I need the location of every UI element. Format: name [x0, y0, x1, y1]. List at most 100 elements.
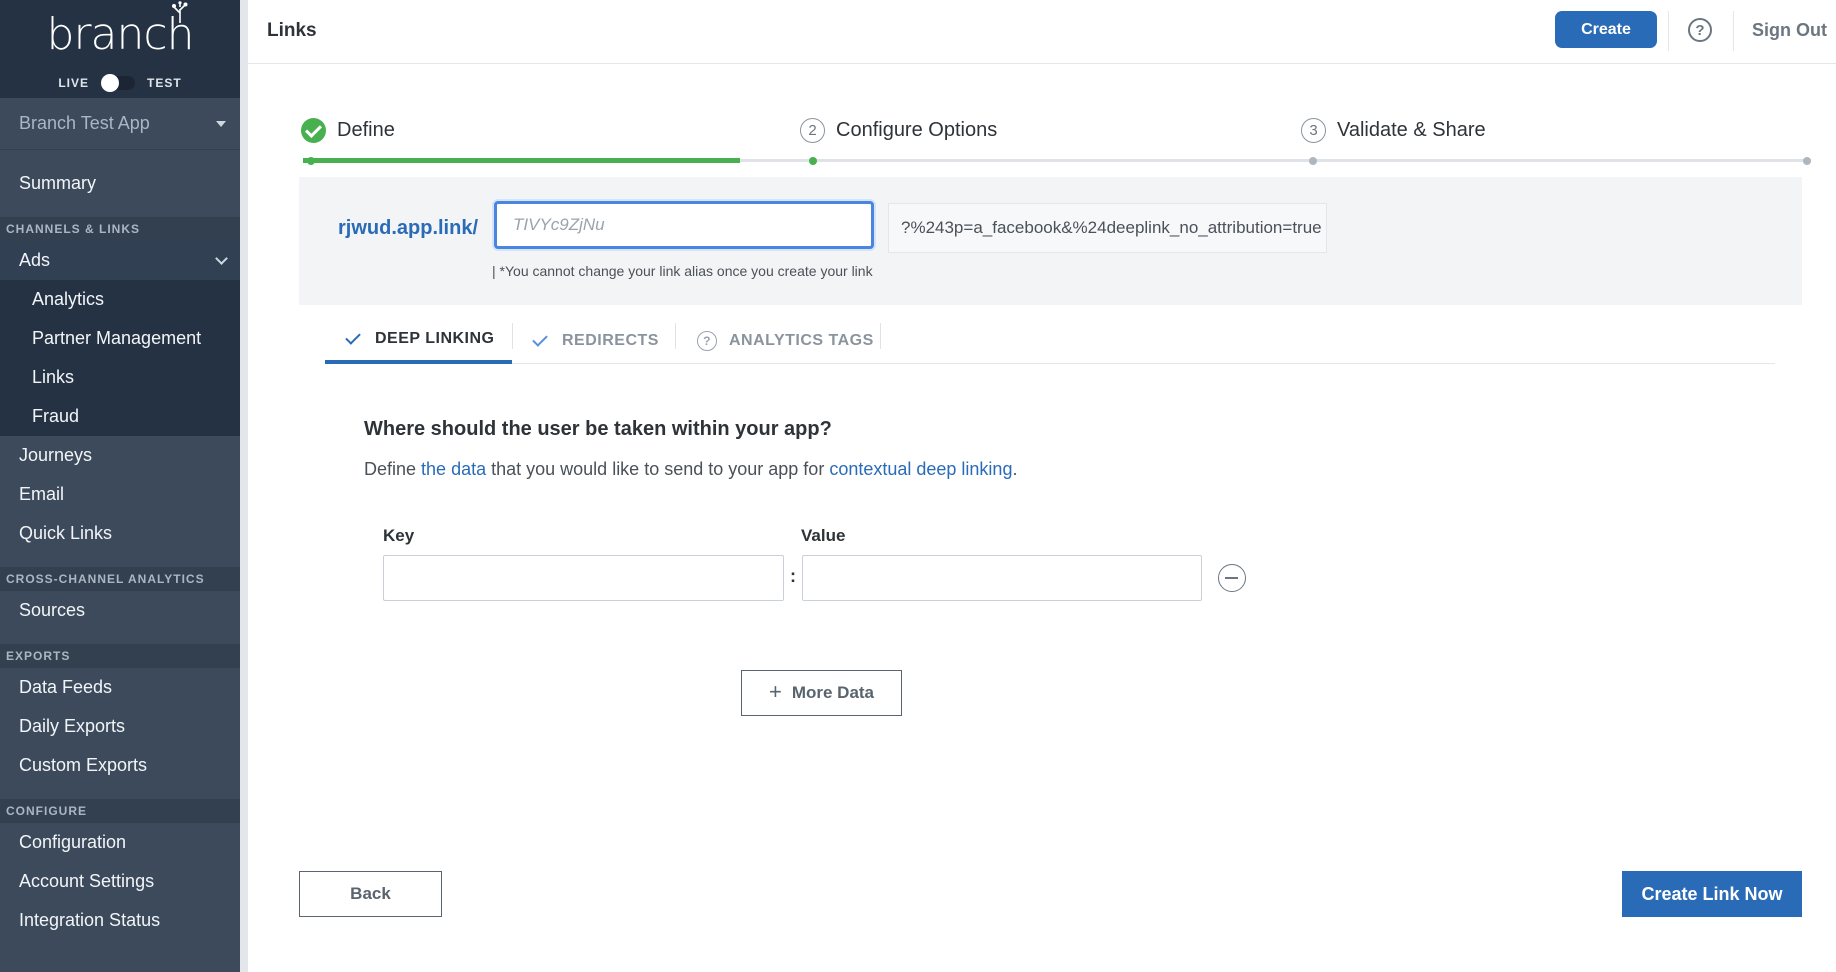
- link-alias-panel: rjwud.app.link/ | *You cannot change you…: [299, 177, 1802, 305]
- section-exports: EXPORTS: [0, 644, 240, 668]
- tab-redirects[interactable]: REDIRECTS: [532, 318, 659, 364]
- deep-linking-description: Define the data that you would like to s…: [364, 459, 1017, 480]
- more-data-button[interactable]: + More Data: [741, 670, 902, 716]
- sidebar-item-label: Data Feeds: [19, 677, 113, 697]
- sidebar-item-label: Daily Exports: [19, 716, 126, 736]
- tab-label: DEEP LINKING: [375, 330, 495, 347]
- plus-icon: +: [768, 679, 782, 704]
- sidebar-item-account-settings[interactable]: Account Settings: [0, 862, 240, 901]
- sidebar-item-ads[interactable]: Ads: [0, 241, 240, 280]
- tab-analytics-tags[interactable]: ? ANALYTICS TAGS: [697, 318, 874, 364]
- sidebar-item-links[interactable]: Links: [0, 358, 240, 397]
- sidebar-item-quick-links[interactable]: Quick Links: [0, 514, 240, 553]
- page-title: Links: [267, 20, 317, 41]
- query-string-field: ?%243p=a_facebook&%24deeplink_no_attribu…: [888, 203, 1327, 253]
- value-label: Value: [801, 526, 846, 545]
- help-icon[interactable]: ?: [1688, 18, 1712, 42]
- link-alias-input[interactable]: [494, 201, 874, 249]
- sidebar-item-configuration[interactable]: Configuration: [0, 823, 240, 862]
- sidebar-item-custom-exports[interactable]: Custom Exports: [0, 746, 240, 785]
- step-label: Validate & Share: [1337, 119, 1486, 141]
- back-button[interactable]: Back: [299, 871, 442, 917]
- env-live-label: LIVE: [58, 76, 89, 90]
- step-progress-bar: [303, 158, 1811, 163]
- app-selector[interactable]: Branch Test App: [0, 98, 240, 150]
- sidebar-item-label: Journeys: [19, 445, 93, 465]
- sprout-icon: [172, 0, 188, 23]
- more-data-label: More Data: [791, 683, 875, 702]
- step-progress-fill: [303, 158, 741, 163]
- sidebar: branch LIVE TEST Branch Test App Summary…: [0, 0, 240, 972]
- sidebar-item-label: Links: [32, 367, 75, 387]
- sidebar-item-data-feeds[interactable]: Data Feeds: [0, 668, 240, 707]
- tab-label: REDIRECTS: [562, 332, 659, 349]
- sidebar-item-email[interactable]: Email: [0, 475, 240, 514]
- caret-down-icon: [216, 120, 226, 127]
- sidebar-item-label: Configuration: [19, 832, 127, 852]
- app-selector-value: Branch Test App: [19, 113, 150, 133]
- divider: [880, 323, 881, 349]
- tab-deep-linking[interactable]: DEEP LINKING: [325, 318, 512, 364]
- sidebar-item-journeys[interactable]: Journeys: [0, 436, 240, 475]
- step-progress-dot: [809, 157, 817, 165]
- sidebar-item-integration-status[interactable]: Integration Status: [0, 901, 240, 940]
- key-label: Key: [383, 526, 415, 545]
- remove-row-icon[interactable]: [1218, 564, 1246, 592]
- check-icon: [345, 329, 361, 345]
- desc-text: Define: [364, 459, 422, 479]
- section-channels-links: CHANNELS & LINKS: [0, 217, 240, 241]
- check-icon: [532, 331, 548, 347]
- divider: [1668, 11, 1669, 51]
- contextual-deep-linking-link[interactable]: contextual deep linking: [829, 459, 1012, 479]
- step-validate-share[interactable]: 3 Validate & Share: [1301, 118, 1486, 143]
- sidebar-item-label: Partner Management: [32, 328, 202, 348]
- create-button[interactable]: Create: [1555, 11, 1657, 48]
- sidebar-item-label: Custom Exports: [19, 755, 148, 775]
- sidebar-item-label: Quick Links: [19, 523, 113, 543]
- desc-text: that you would like to send to your app …: [486, 459, 830, 479]
- sidebar-item-daily-exports[interactable]: Daily Exports: [0, 707, 240, 746]
- step-define[interactable]: Define: [301, 118, 395, 143]
- sidebar-item-partner-management[interactable]: Partner Management: [0, 319, 240, 358]
- section-cross-channel-analytics: CROSS-CHANNEL ANALYTICS: [0, 567, 240, 591]
- desc-text: .: [1012, 459, 1018, 479]
- sidebar-item-label: Ads: [19, 250, 51, 270]
- toggle-knob: [101, 74, 119, 92]
- create-link-now-button[interactable]: Create Link Now: [1622, 871, 1802, 917]
- section-label: EXPORTS: [6, 649, 71, 663]
- branch-logo[interactable]: branch: [47, 0, 194, 60]
- sidebar-item-label: Integration Status: [19, 910, 161, 930]
- sidebar-item-label: Email: [19, 484, 65, 504]
- divider: [512, 323, 513, 349]
- live-test-toggle[interactable]: [101, 74, 135, 92]
- sidebar-item-sources[interactable]: Sources: [0, 591, 240, 630]
- divider: [1733, 11, 1734, 51]
- sidebar-item-summary[interactable]: Summary: [0, 164, 240, 203]
- section-configure: CONFIGURE: [0, 799, 240, 823]
- divider: [675, 323, 676, 349]
- sidebar-item-fraud[interactable]: Fraud: [0, 397, 240, 436]
- top-bar: Links Create ? Sign Out: [248, 0, 1836, 64]
- brand-header: branch: [0, 0, 240, 68]
- key-value-separator: :: [790, 566, 796, 586]
- chevron-down-icon: [215, 251, 228, 265]
- step-progress-dot: [307, 157, 315, 165]
- key-input[interactable]: [383, 555, 784, 601]
- question-circle-icon: ?: [697, 331, 717, 351]
- value-input[interactable]: [802, 555, 1202, 601]
- sidebar-item-label: Summary: [19, 173, 97, 193]
- environment-switch: LIVE TEST: [0, 68, 240, 98]
- section-label: CROSS-CHANNEL ANALYTICS: [6, 572, 205, 586]
- link-domain: rjwud.app.link/: [338, 217, 479, 239]
- the-data-link[interactable]: the data: [421, 459, 486, 479]
- sidebar-scroll-edge: [240, 0, 248, 972]
- step-configure-options[interactable]: 2 Configure Options: [800, 118, 997, 143]
- sidebar-item-analytics[interactable]: Analytics: [0, 280, 240, 319]
- sign-out-link[interactable]: Sign Out: [1752, 20, 1827, 41]
- step-progress-dot: [1803, 157, 1811, 165]
- step-number: 3: [1301, 118, 1326, 143]
